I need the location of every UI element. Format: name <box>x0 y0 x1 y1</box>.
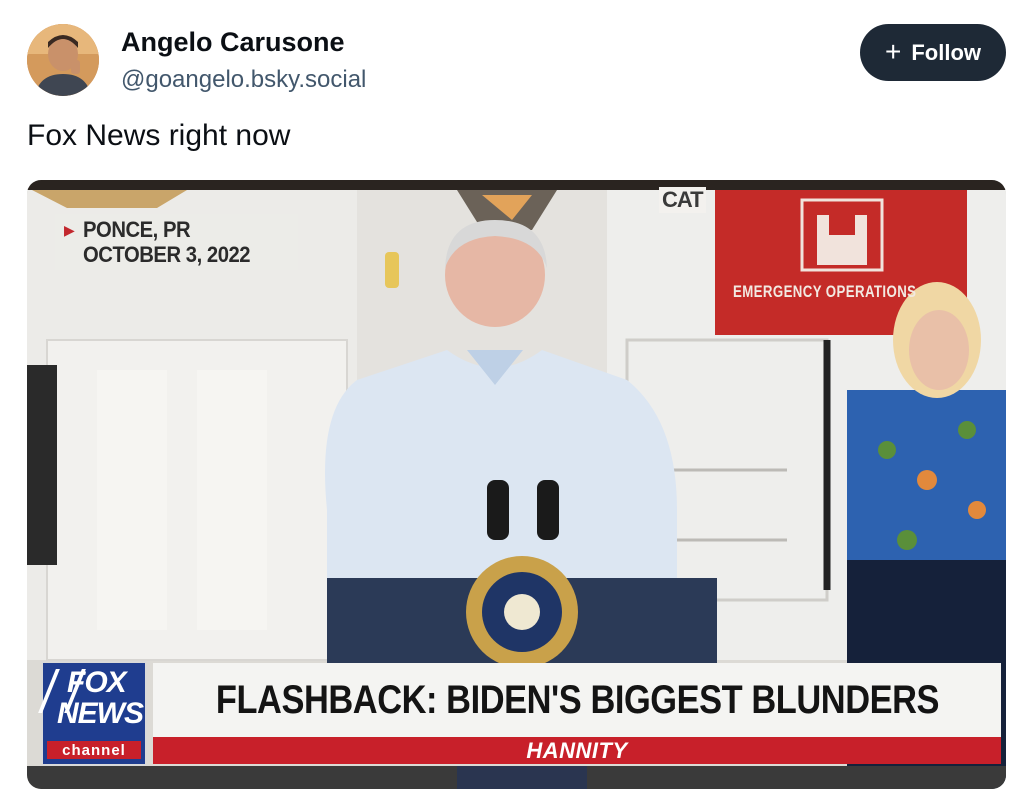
avatar-photo <box>27 24 99 96</box>
author-handle[interactable]: @goangelo.bsky.social <box>121 66 366 94</box>
news-logo-word: NEWS <box>57 697 144 730</box>
play-triangle-icon: ▶ <box>64 222 75 238</box>
chyron-show-bar: HANNITY <box>153 737 1001 764</box>
author-name[interactable]: Angelo Carusone <box>121 27 345 58</box>
post-card: Angelo Carusone @goangelo.bsky.social + … <box>0 0 1024 804</box>
location-date: OCTOBER 3, 2022 <box>83 242 251 267</box>
fox-news-logo: FOX NEWS channel <box>38 661 147 766</box>
post-image[interactable]: CAT EMERGENCY OPERATIONS ▶ PONCE, PR OCT… <box>27 180 1006 789</box>
location-city: PONCE, PR <box>83 217 191 242</box>
follow-button[interactable]: + Follow <box>860 24 1006 81</box>
chyron-headline-bar: FLASHBACK: BIDEN'S BIGGEST BLUNDERS <box>153 663 1001 737</box>
fox-logo-word: FOX <box>67 666 127 699</box>
chyron-headline: FLASHBACK: BIDEN'S BIGGEST BLUNDERS <box>215 677 939 722</box>
post-text: Fox News right now <box>27 119 291 152</box>
author-avatar[interactable] <box>27 24 99 96</box>
plus-icon: + <box>884 35 902 67</box>
cat-sign: CAT <box>659 187 706 213</box>
chyron-show-name: HANNITY <box>526 737 628 763</box>
channel-logo-word: channel <box>62 741 126 759</box>
emergency-operations-sign: EMERGENCY OPERATIONS <box>733 282 917 301</box>
channel-bar: channel <box>47 741 141 759</box>
follow-button-label: Follow <box>911 39 981 65</box>
